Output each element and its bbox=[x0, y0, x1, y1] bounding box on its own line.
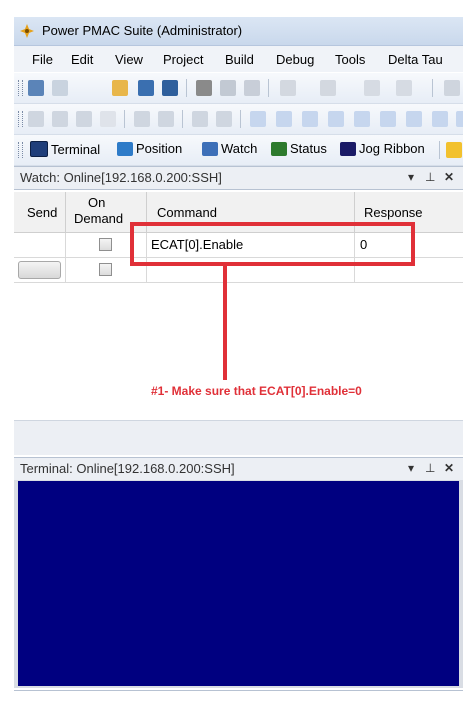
table-row-send-cell[interactable] bbox=[14, 233, 66, 258]
bookmark-icon[interactable] bbox=[250, 111, 266, 127]
on-demand-checkbox[interactable] bbox=[99, 263, 112, 276]
watch-panel-pin-icon[interactable]: ⊥ bbox=[425, 170, 435, 184]
new-project-icon[interactable] bbox=[28, 80, 44, 96]
next-bookmark-icon[interactable] bbox=[302, 111, 318, 127]
toolbar-overflow-icon[interactable] bbox=[456, 111, 463, 127]
menu-bar: File Edit View Project Build Debug Tools… bbox=[14, 46, 463, 72]
terminal-panel-dropdown-icon[interactable]: ▾ bbox=[408, 461, 414, 475]
toolbar-grip[interactable] bbox=[18, 111, 23, 127]
terminal-panel-pin-icon[interactable]: ⊥ bbox=[425, 461, 435, 475]
watch-panel-close-icon[interactable]: ✕ bbox=[444, 170, 454, 184]
comment-icon[interactable] bbox=[192, 111, 208, 127]
list-members-icon[interactable] bbox=[28, 111, 44, 127]
terminal-icon bbox=[30, 141, 48, 157]
app-logo-icon bbox=[20, 24, 34, 38]
watch-panel-dropdown-icon[interactable]: ▾ bbox=[408, 170, 414, 184]
send-button[interactable] bbox=[18, 261, 61, 279]
watch-icon bbox=[202, 141, 218, 156]
menu-edit[interactable]: Edit bbox=[71, 52, 93, 67]
window-title: Power PMAC Suite (Administrator) bbox=[42, 23, 243, 38]
title-bar: Power PMAC Suite (Administrator) bbox=[14, 17, 463, 46]
menu-delta-tau[interactable]: Delta Tau bbox=[388, 52, 443, 67]
next-bookmark-document-icon[interactable] bbox=[406, 111, 422, 127]
menu-debug[interactable]: Debug bbox=[276, 52, 314, 67]
watch-panel-title: Watch: Online[192.168.0.200:SSH] bbox=[20, 170, 222, 185]
terminal-panel-header: Terminal: Online[192.168.0.200:SSH] ▾ ⊥ … bbox=[14, 457, 463, 481]
menu-project[interactable]: Project bbox=[163, 52, 203, 67]
cut-icon[interactable] bbox=[196, 80, 212, 96]
next-bookmark-folder-icon[interactable] bbox=[354, 111, 370, 127]
watch-panel-header: Watch: Online[192.168.0.200:SSH] ▾ ⊥ ✕ bbox=[14, 166, 463, 190]
jog-ribbon-icon bbox=[340, 141, 356, 156]
save-all-icon[interactable] bbox=[162, 80, 178, 96]
toolbar-separator bbox=[268, 79, 269, 97]
navigate-forward-icon[interactable] bbox=[396, 80, 412, 96]
annotation-note: #1- Make sure that ECAT[0].Enable=0 bbox=[151, 384, 362, 398]
terminal-button[interactable]: Terminal bbox=[30, 141, 100, 157]
menu-build[interactable]: Build bbox=[225, 52, 254, 67]
previous-bookmark-document-icon[interactable] bbox=[380, 111, 396, 127]
clear-bookmarks-icon[interactable] bbox=[432, 111, 448, 127]
decrease-indent-icon[interactable] bbox=[134, 111, 150, 127]
standard-toolbar bbox=[14, 73, 463, 104]
add-item-icon[interactable] bbox=[52, 80, 68, 96]
jog-ribbon-button[interactable]: Jog Ribbon bbox=[340, 141, 425, 156]
on-demand-checkbox[interactable] bbox=[99, 238, 112, 251]
complete-word-icon[interactable] bbox=[100, 111, 116, 127]
increase-indent-icon[interactable] bbox=[158, 111, 174, 127]
terminal-panel-title: Terminal: Online[192.168.0.200:SSH] bbox=[20, 461, 235, 476]
toolbar-separator bbox=[432, 79, 433, 97]
terminal-command-input[interactable] bbox=[14, 690, 463, 709]
menu-view[interactable]: View bbox=[115, 52, 143, 67]
table-row-send-cell bbox=[14, 258, 66, 283]
text-edit-toolbar bbox=[14, 104, 463, 135]
lightning-icon[interactable] bbox=[446, 142, 462, 158]
toolbar-separator bbox=[240, 110, 241, 128]
watch-button[interactable]: Watch bbox=[202, 141, 257, 156]
annotation-highlight-box bbox=[130, 222, 415, 266]
redo-icon[interactable] bbox=[320, 80, 336, 96]
annotation-connector-line bbox=[223, 266, 227, 380]
undo-icon[interactable] bbox=[280, 80, 296, 96]
watch-panel-footer bbox=[14, 420, 463, 455]
column-header-send[interactable]: Send bbox=[14, 192, 66, 233]
position-button[interactable]: Position bbox=[117, 141, 182, 156]
menu-file[interactable]: File bbox=[32, 52, 53, 67]
toolbar-separator bbox=[439, 141, 440, 159]
menu-tools[interactable]: Tools bbox=[335, 52, 365, 67]
toolbar-grip[interactable] bbox=[18, 142, 23, 158]
status-icon bbox=[271, 141, 287, 156]
toolbar-grip[interactable] bbox=[18, 80, 23, 96]
position-icon bbox=[117, 141, 133, 156]
previous-bookmark-folder-icon[interactable] bbox=[328, 111, 344, 127]
quick-info-icon[interactable] bbox=[76, 111, 92, 127]
paste-icon[interactable] bbox=[244, 80, 260, 96]
previous-bookmark-icon[interactable] bbox=[276, 111, 292, 127]
open-folder-icon[interactable] bbox=[112, 80, 128, 96]
parameter-info-icon[interactable] bbox=[52, 111, 68, 127]
toolbar-separator bbox=[186, 79, 187, 97]
terminal-output-area[interactable] bbox=[18, 481, 459, 686]
window-toolbar: Terminal Position Watch Status Jog Ribbo… bbox=[14, 135, 463, 166]
save-icon[interactable] bbox=[138, 80, 154, 96]
terminal-panel-close-icon[interactable]: ✕ bbox=[444, 461, 454, 475]
toolbar-separator bbox=[182, 110, 183, 128]
status-button[interactable]: Status bbox=[271, 141, 327, 156]
start-debug-icon[interactable] bbox=[444, 80, 460, 96]
navigate-back-icon[interactable] bbox=[364, 80, 380, 96]
uncomment-icon[interactable] bbox=[216, 111, 232, 127]
toolbar-separator bbox=[124, 110, 125, 128]
copy-icon[interactable] bbox=[220, 80, 236, 96]
